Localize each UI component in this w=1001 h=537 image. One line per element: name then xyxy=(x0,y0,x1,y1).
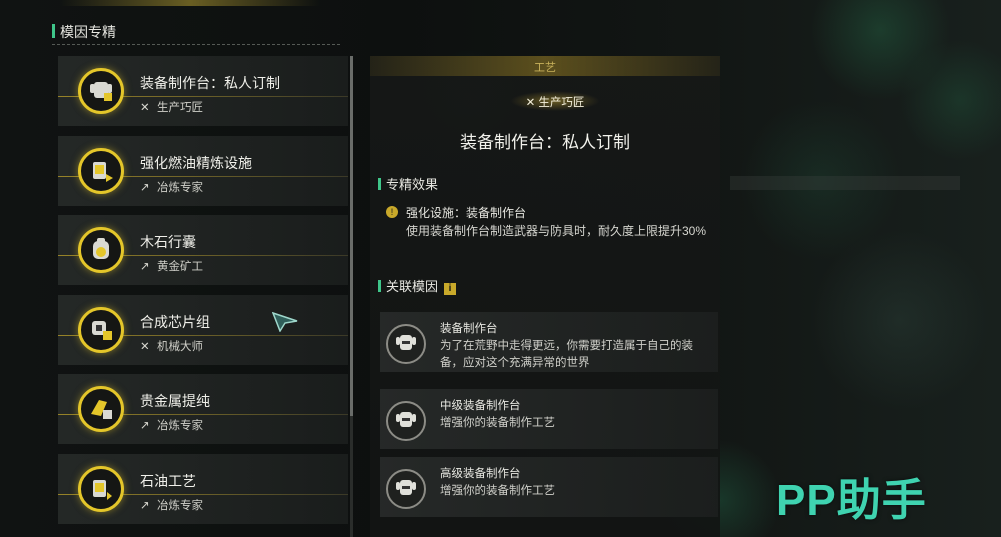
item-name: 石油工艺 xyxy=(140,472,196,489)
related-gene-card[interactable]: 装备制作台 为了在荒野中走得更远，你需要打造属于自己的装备，应对这个充满异常的世… xyxy=(380,312,718,372)
list-item-precious-metal[interactable]: 贵金属提纯 ↗ 冶炼专家 xyxy=(58,374,348,444)
item-role: ✕ 生产巧匠 xyxy=(140,99,203,115)
gene-name: 中级装备制作台 xyxy=(440,400,521,412)
detail-panel: 工艺 ✕ 生产巧匠 装备制作台：私人订制 专精效果 ! 强化设施：装备制作台 使… xyxy=(370,56,720,537)
section-accent-bar xyxy=(378,280,381,292)
role-badge-label: ✕ 生产巧匠 xyxy=(525,97,585,109)
item-role-label: 冶炼专家 xyxy=(157,420,203,432)
backpack-icon xyxy=(78,227,124,273)
list-item-oil-craft[interactable]: 石油工艺 ↗ 冶炼专家 xyxy=(58,453,348,524)
armor-icon xyxy=(386,401,426,441)
top-glow xyxy=(60,0,320,6)
gene-description: 增强你的装备制作工艺 xyxy=(440,417,555,429)
fuel-icon xyxy=(78,465,124,512)
left-panel-header: 模因专精 xyxy=(50,20,340,45)
item-role: ↗ 冶炼专家 xyxy=(140,179,203,195)
role-badge: ✕ 生产巧匠 xyxy=(500,89,610,113)
item-role: ✕ 机械大师 xyxy=(140,338,203,354)
gene-description: 增强你的装备制作工艺 xyxy=(440,485,555,497)
background-blur-bar xyxy=(730,176,960,190)
item-name: 强化燃油精炼设施 xyxy=(140,154,252,171)
game-screen: 模因专精 装备制作台：私人订制 ✕生产巧匠 强化燃油精炼设施 ↗冶炼专家 木 xyxy=(0,0,1001,537)
pickaxe-icon: ↗ xyxy=(140,420,150,432)
item-role-label: 冶炼专家 xyxy=(157,181,203,194)
related-section-title: 关联模因 xyxy=(386,279,439,294)
scrollbar-thumb[interactable] xyxy=(350,56,353,416)
item-role-label: 生产巧匠 xyxy=(157,102,203,114)
gold-bar-icon xyxy=(78,386,124,432)
chip-icon xyxy=(78,306,124,353)
fuel-icon xyxy=(78,147,124,194)
item-name: 装备制作台：私人订制 xyxy=(140,75,280,91)
gene-name: 装备制作台 xyxy=(440,323,498,335)
pickaxe-icon: ↗ xyxy=(140,261,150,273)
list-item-equipment-bench[interactable]: 装备制作台：私人订制 ✕ 生产巧匠 xyxy=(58,56,348,126)
list-item-fuel-refinery[interactable]: 强化燃油精炼设施 ↗ 冶炼专家 xyxy=(58,135,348,206)
section-accent-bar xyxy=(378,178,381,190)
effect-description: 使用装备制作台制造武器与防具时，耐久度上限提升30% xyxy=(406,224,707,238)
detail-title: 装备制作台：私人订制 xyxy=(460,133,630,152)
tools-icon: ✕ xyxy=(140,102,150,114)
category-bar: 工艺 xyxy=(370,56,720,76)
list-scrollbar[interactable] xyxy=(350,56,353,537)
pickaxe-icon: ↗ xyxy=(140,181,150,194)
list-item-chipset[interactable]: 合成芯片组 ✕ 机械大师 xyxy=(58,294,348,365)
related-gene-card[interactable]: 高级装备制作台 增强你的装备制作工艺 xyxy=(380,457,718,517)
header-accent-bar xyxy=(52,24,55,38)
item-role-label: 机械大师 xyxy=(157,340,203,353)
related-gene-card[interactable]: 中级装备制作台 增强你的装备制作工艺 xyxy=(380,389,718,449)
effect-section-title: 专精效果 xyxy=(386,177,439,192)
item-name: 木石行囊 xyxy=(140,234,196,250)
item-name: 合成芯片组 xyxy=(140,313,210,330)
category-label: 工艺 xyxy=(534,62,556,74)
item-role-label: 冶炼专家 xyxy=(157,499,203,512)
related-section-header: 关联模因 i xyxy=(378,276,457,295)
info-icon[interactable]: i xyxy=(444,283,457,295)
effect-section-header: 专精效果 xyxy=(378,174,438,193)
armor-icon xyxy=(78,68,124,114)
pointer-cursor-icon xyxy=(271,311,298,337)
list-item-backpack[interactable]: 木石行囊 ↗ 黄金矿工 xyxy=(58,215,348,285)
item-role: ↗ 黄金矿工 xyxy=(140,258,203,274)
item-role: ↗ 冶炼专家 xyxy=(140,417,203,433)
watermark-logo: PP助手 xyxy=(776,476,927,525)
pickaxe-icon: ↗ xyxy=(140,499,150,512)
gene-name: 高级装备制作台 xyxy=(440,468,521,480)
meme-mastery-list: 装备制作台：私人订制 ✕ 生产巧匠 强化燃油精炼设施 ↗ 冶炼专家 木石行囊 ↗ 黄金… xyxy=(58,56,348,537)
lightbulb-icon: ! xyxy=(386,206,398,218)
armor-icon xyxy=(386,469,426,509)
armor-icon xyxy=(386,324,426,364)
tools-icon: ✕ xyxy=(140,340,150,353)
effect-name: 强化设施：装备制作台 xyxy=(406,206,527,220)
item-role: ↗ 冶炼专家 xyxy=(140,497,203,513)
item-role-label: 黄金矿工 xyxy=(157,261,203,273)
gene-description: 为了在荒野中走得更远，你需要打造属于自己的装备，应对这个充满异常的世界 xyxy=(440,340,693,369)
header-divider xyxy=(52,44,340,45)
left-panel-title: 模因专精 xyxy=(60,24,116,40)
item-name: 贵金属提纯 xyxy=(140,393,210,409)
